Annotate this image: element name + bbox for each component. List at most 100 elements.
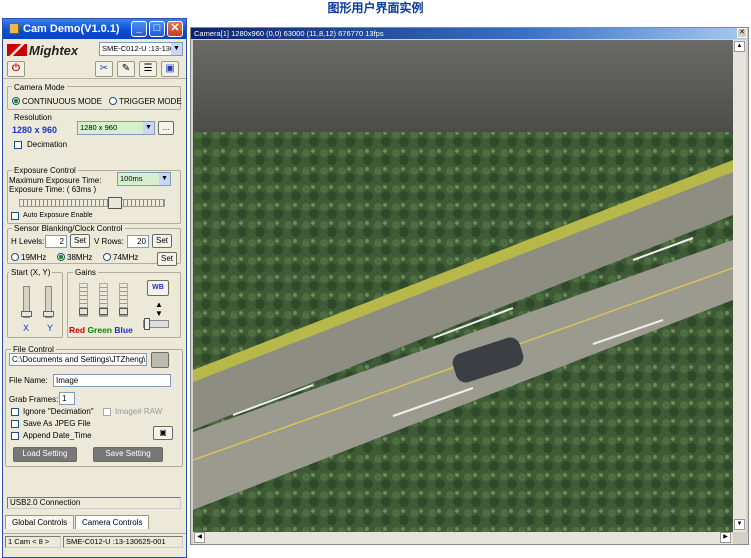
- radio-dot-on: [57, 253, 65, 261]
- toolbar: Mightex SME-C012-U :13-130625 ▼ ⏻ ✂ ✎ ☰ ▣: [3, 39, 186, 79]
- app-icon: [9, 23, 19, 34]
- grab-frames-input[interactable]: 1: [59, 392, 75, 405]
- image-raw-label: Image# RAW: [115, 407, 163, 416]
- wb-button[interactable]: WB: [147, 280, 169, 296]
- camera-image: [193, 40, 733, 532]
- title-bar: Cam Demo(V1.0.1) _ □ ✕: [3, 19, 186, 39]
- max-exposure-select[interactable]: 100ms ▼: [117, 172, 171, 186]
- file-name-input[interactable]: Image: [53, 374, 171, 387]
- trigger-mode-radio[interactable]: TRIGGER MODE: [109, 97, 182, 106]
- minimize-button[interactable]: _: [131, 21, 147, 37]
- ignore-decimation-checkbox[interactable]: [11, 408, 19, 416]
- vertical-scrollbar[interactable]: ▲ ▼: [733, 40, 746, 532]
- tab-camera-controls[interactable]: Camera Controls: [75, 515, 150, 529]
- exposure-slider-thumb[interactable]: [108, 197, 122, 209]
- status-cams: 1 Cam < 8 >: [5, 536, 61, 548]
- start-y-slider[interactable]: [43, 286, 54, 318]
- v-rows-set-button[interactable]: Set: [152, 234, 172, 248]
- settings-icon[interactable]: ☰: [139, 61, 157, 77]
- clock-19mhz-radio[interactable]: 19MHz: [11, 253, 46, 262]
- usb-status: USB2.0 Connection: [7, 497, 181, 509]
- max-exposure-label: Maximum Exposure Time:: [9, 176, 102, 185]
- h-levels-set-button[interactable]: Set: [70, 234, 90, 248]
- radio-dot-off: [103, 253, 111, 261]
- mightex-logo: Mightex: [7, 43, 78, 58]
- camera-close-button[interactable]: ✕: [737, 28, 747, 38]
- clock-38mhz-radio[interactable]: 38MHz: [57, 253, 92, 262]
- decimation-checkbox[interactable]: [14, 141, 22, 149]
- tab-bar: Global Controls Camera Controls: [5, 515, 184, 531]
- device-select[interactable]: SME-C012-U :13-130625 ▼: [99, 42, 183, 56]
- start-x-label: X: [23, 323, 30, 333]
- wb-stepper-icon[interactable]: ▲ ▼: [155, 300, 163, 318]
- continuous-mode-radio[interactable]: CONTINUOUS MODE: [12, 97, 102, 106]
- start-y-thumb[interactable]: [43, 311, 54, 317]
- blanking-label: Sensor Blanking/Clock Control: [12, 224, 125, 233]
- close-button[interactable]: ✕: [167, 21, 183, 37]
- start-group: [7, 272, 63, 338]
- clock-set-button[interactable]: Set: [157, 252, 177, 266]
- camera-window: Camera[1] 1280x960 (0,0) 63000 (11,8,12)…: [190, 27, 749, 545]
- gain-master-slider[interactable]: [143, 318, 169, 330]
- gain-green-thumb[interactable]: [99, 308, 108, 315]
- file-name-label: File Name:: [9, 376, 48, 385]
- power-icon[interactable]: ⏻: [7, 61, 25, 77]
- auto-exposure-checkbox[interactable]: [11, 212, 19, 220]
- scroll-up-icon[interactable]: ▲: [734, 41, 745, 52]
- gain-red-slider[interactable]: [79, 283, 88, 317]
- h-levels-label: H Levels:: [11, 237, 45, 246]
- gain-green-label: Green: [87, 325, 113, 335]
- auto-exposure-label: Auto Exposure Enable: [23, 212, 93, 219]
- radio-dot-on: [12, 97, 20, 105]
- save-jpeg-checkbox[interactable]: [11, 420, 19, 428]
- resolution-select[interactable]: 1280 x 960 ▼: [77, 121, 155, 135]
- gains-label: Gains: [73, 268, 98, 277]
- v-rows-input[interactable]: 20: [127, 235, 149, 248]
- ignore-decimation-label: Ignore "Decimation": [23, 407, 94, 416]
- monitor-icon[interactable]: ▣: [161, 61, 179, 77]
- gain-master-thumb[interactable]: [144, 318, 150, 330]
- append-date-checkbox[interactable]: [11, 432, 19, 440]
- camera-mode-label: Camera Mode: [12, 83, 67, 92]
- start-x-slider[interactable]: [21, 286, 32, 318]
- status-device: SME-C012-U :13-130625-001: [63, 536, 183, 548]
- image-raw-checkbox[interactable]: [103, 408, 111, 416]
- exposure-time-label: Exposure Time: ( 63ms ): [9, 185, 97, 194]
- scroll-down-icon[interactable]: ▼: [734, 519, 745, 530]
- browse-button[interactable]: [151, 352, 169, 368]
- wrench-icon[interactable]: ✎: [117, 61, 135, 77]
- tools-icon[interactable]: ✂: [95, 61, 113, 77]
- exposure-label: Exposure Control: [12, 166, 78, 175]
- road-scene-image: [193, 40, 733, 532]
- file-path-input[interactable]: C:\Documents and Settings\JTZheng\: [9, 353, 147, 366]
- camera-title: Camera[1] 1280x960 (0,0) 63000 (11,8,12)…: [191, 28, 748, 39]
- clock-74mhz-radio[interactable]: 74MHz: [103, 253, 138, 262]
- gain-blue-slider[interactable]: [119, 283, 128, 317]
- gain-color-labels: Red Green Blue: [69, 325, 133, 335]
- append-date-label: Append Date_Time: [23, 431, 92, 440]
- figure-caption: 图形用户界面实例: [327, 1, 424, 15]
- gain-red-thumb[interactable]: [79, 308, 88, 315]
- resolution-more-button[interactable]: ...: [158, 121, 174, 135]
- scroll-right-icon[interactable]: ▶: [720, 532, 731, 543]
- snapshot-icon[interactable]: ▣: [153, 426, 173, 440]
- load-setting-button[interactable]: Load Setting: [13, 447, 77, 462]
- gain-blue-thumb[interactable]: [119, 308, 128, 315]
- start-x-thumb[interactable]: [21, 311, 32, 317]
- start-y-label: Y: [47, 323, 54, 333]
- gain-blue-label: Blue: [114, 325, 133, 335]
- horizontal-scrollbar[interactable]: ◀ ▶: [193, 532, 733, 544]
- status-bar: 1 Cam < 8 > SME-C012-U :13-130625-001: [3, 533, 186, 549]
- decimation-label: Decimation: [27, 140, 68, 149]
- grab-frames-label: Grab Frames:: [9, 395, 59, 404]
- save-jpeg-label: Save As JPEG File: [23, 419, 91, 428]
- exposure-slider[interactable]: [19, 197, 165, 209]
- save-setting-button[interactable]: Save Setting: [93, 447, 163, 462]
- h-levels-input[interactable]: 2: [45, 235, 67, 248]
- gain-green-slider[interactable]: [99, 283, 108, 317]
- scroll-left-icon[interactable]: ◀: [194, 532, 205, 543]
- tab-global-controls[interactable]: Global Controls: [5, 515, 75, 529]
- maximize-button[interactable]: □: [149, 21, 165, 37]
- radio-dot-off: [11, 253, 19, 261]
- window-title: Cam Demo(V1.0.1): [23, 23, 120, 35]
